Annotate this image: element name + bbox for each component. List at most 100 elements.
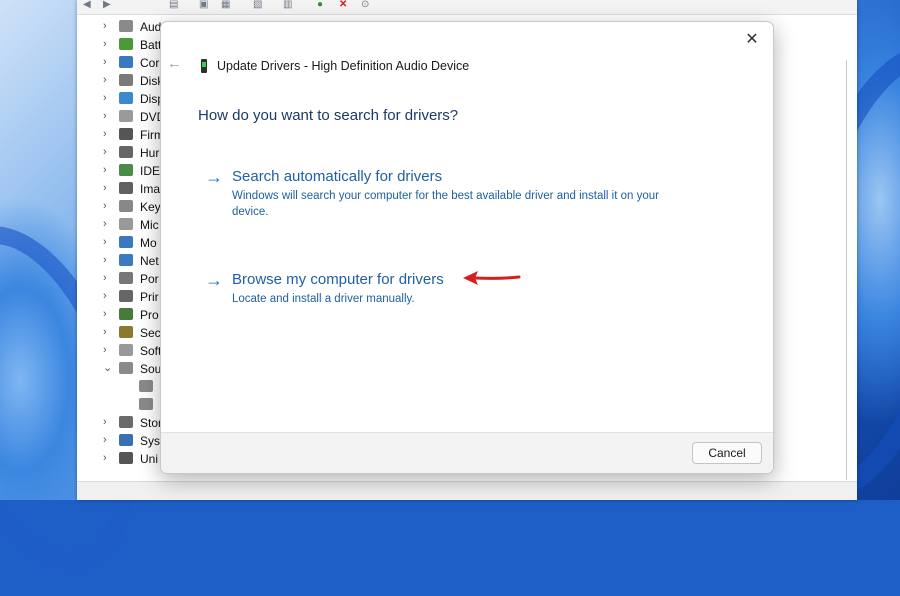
forward-icon[interactable]: ▶	[103, 0, 111, 10]
printer-icon	[119, 290, 133, 302]
dvd-icon	[119, 110, 133, 122]
port-icon	[119, 272, 133, 284]
hid-icon	[119, 146, 133, 158]
chevron-right-icon[interactable]: ›	[103, 290, 107, 302]
speaker-icon	[139, 398, 153, 410]
camera-icon	[119, 182, 133, 194]
tree-item-label: Sou	[140, 362, 162, 376]
chevron-right-icon[interactable]: ›	[103, 236, 107, 248]
chevron-right-icon[interactable]: ›	[103, 218, 107, 230]
security-icon	[119, 326, 133, 338]
option-description: Locate and install a driver manually.	[232, 293, 415, 305]
chevron-right-icon[interactable]: ›	[103, 182, 107, 194]
tree-item[interactable]: › Batt	[77, 36, 167, 54]
dialog-footer: Cancel	[161, 432, 773, 473]
chevron-right-icon[interactable]: ›	[103, 92, 107, 104]
tree-item[interactable]: › Disp	[77, 90, 167, 108]
chevron-right-icon[interactable]: ›	[103, 344, 107, 356]
chevron-right-icon[interactable]: ›	[103, 110, 107, 122]
tree-item[interactable]: › Sec	[77, 324, 167, 342]
chevron-right-icon[interactable]: ›	[103, 164, 107, 176]
scan-icon[interactable]: ▧	[253, 0, 262, 10]
option-title[interactable]: Search automatically for drivers	[232, 168, 442, 185]
search-automatically-option[interactable]: → Search automatically for drivers Windo…	[205, 167, 725, 219]
back-icon[interactable]: ◀	[83, 0, 91, 10]
cancel-button[interactable]: Cancel	[692, 442, 762, 464]
tree-item-label: Uni	[140, 452, 159, 466]
chevron-right-icon[interactable]: ›	[103, 74, 107, 86]
tree-item[interactable]: ⌄ Sou	[77, 360, 167, 378]
chevron-right-icon[interactable]: ›	[103, 56, 107, 68]
tree-item-label: Mo	[140, 236, 157, 250]
back-arrow-icon[interactable]: ←	[167, 55, 182, 72]
tree-item[interactable]	[77, 378, 167, 396]
tree-item[interactable]: › Hur	[77, 144, 167, 162]
enable-icon[interactable]: ●	[317, 0, 323, 10]
page-heading: How do you want to search for drivers?	[198, 107, 459, 124]
display-icon	[119, 92, 133, 104]
tree-item-label: Stor	[140, 416, 163, 430]
close-icon[interactable]: ✕	[739, 27, 765, 53]
network-icon	[119, 254, 133, 266]
chevron-right-icon[interactable]: ›	[103, 128, 107, 140]
tree-item[interactable]: › Key	[77, 198, 167, 216]
tree-item-label: Prir	[140, 290, 159, 304]
tree-item-label: Por	[140, 272, 159, 286]
speaker-icon	[139, 380, 153, 392]
processor-icon	[119, 308, 133, 320]
chevron-right-icon[interactable]: ›	[103, 20, 107, 32]
chevron-right-icon[interactable]: ›	[103, 326, 107, 338]
tree-item[interactable]: › Uni	[77, 450, 167, 468]
system-icon	[119, 434, 133, 446]
software-icon	[119, 344, 133, 356]
tree-item[interactable]: › Aud	[77, 18, 167, 36]
tree-item-label: Soft	[140, 344, 162, 358]
device-manager-toolbar: ◀ ▶ ▤ ▣ ▦ ▧ ▥ ● ✕ ⊙	[77, 0, 857, 15]
tree-item-label: Batt	[140, 38, 162, 52]
chevron-right-icon[interactable]: ›	[103, 434, 107, 446]
chevron-right-icon[interactable]: ›	[103, 254, 107, 266]
tree-item[interactable]: › Mo	[77, 234, 167, 252]
tree-item-label: Cor	[140, 56, 160, 70]
chevron-right-icon[interactable]: ›	[103, 416, 107, 428]
tree-item[interactable]: › Net	[77, 252, 167, 270]
tree-item[interactable]: › IDE	[77, 162, 167, 180]
tree-item-label: IDE	[140, 164, 161, 178]
tree-item-label: Sec	[140, 326, 161, 340]
monitor-icon	[119, 236, 133, 248]
tree-item[interactable]: › DVD	[77, 108, 167, 126]
scrollbar-track[interactable]	[846, 60, 847, 480]
tree-item[interactable]: › Firm	[77, 126, 167, 144]
disk-icon	[119, 74, 133, 86]
help-icon[interactable]: ▣	[199, 0, 208, 10]
chevron-right-icon[interactable]: ›	[103, 272, 107, 284]
tree-item[interactable]: › Cor	[77, 54, 167, 72]
chevron-right-icon[interactable]: ›	[103, 146, 107, 158]
tree-item[interactable]: › Mic	[77, 216, 167, 234]
chevron-right-icon[interactable]: ›	[103, 452, 107, 464]
properties-icon[interactable]: ▤	[169, 0, 178, 10]
dialog-title: Update Drivers - High Definition Audio D…	[217, 59, 470, 73]
chevron-right-icon[interactable]: ›	[103, 308, 107, 320]
monitor-icon	[119, 56, 133, 68]
chevron-down-icon[interactable]: ⌄	[103, 362, 112, 374]
tree-item[interactable]: › Ima	[77, 180, 167, 198]
download-icon[interactable]: ⊙	[361, 0, 369, 10]
tree-item[interactable]	[77, 396, 167, 414]
tree-item[interactable]: › Soft	[77, 342, 167, 360]
chevron-right-icon[interactable]: ›	[103, 38, 107, 50]
arrow-right-icon: →	[205, 167, 223, 187]
tree-item[interactable]: › Por	[77, 270, 167, 288]
tree-item[interactable]: › Prir	[77, 288, 167, 306]
update-icon[interactable]: ▦	[221, 0, 230, 10]
option-title[interactable]: Browse my computer for drivers	[232, 271, 444, 288]
tree-item[interactable]: › Stor	[77, 414, 167, 432]
speaker-icon	[119, 20, 133, 32]
uninstall-icon[interactable]: ✕	[339, 0, 347, 10]
update-drivers-dialog: ✕ ← Update Drivers - High Definition Aud…	[160, 21, 774, 474]
tree-item[interactable]: › Disk	[77, 72, 167, 90]
tree-item[interactable]: › Pro	[77, 306, 167, 324]
install-icon[interactable]: ▥	[283, 0, 292, 10]
tree-item[interactable]: › Syst	[77, 432, 167, 450]
chevron-right-icon[interactable]: ›	[103, 200, 107, 212]
